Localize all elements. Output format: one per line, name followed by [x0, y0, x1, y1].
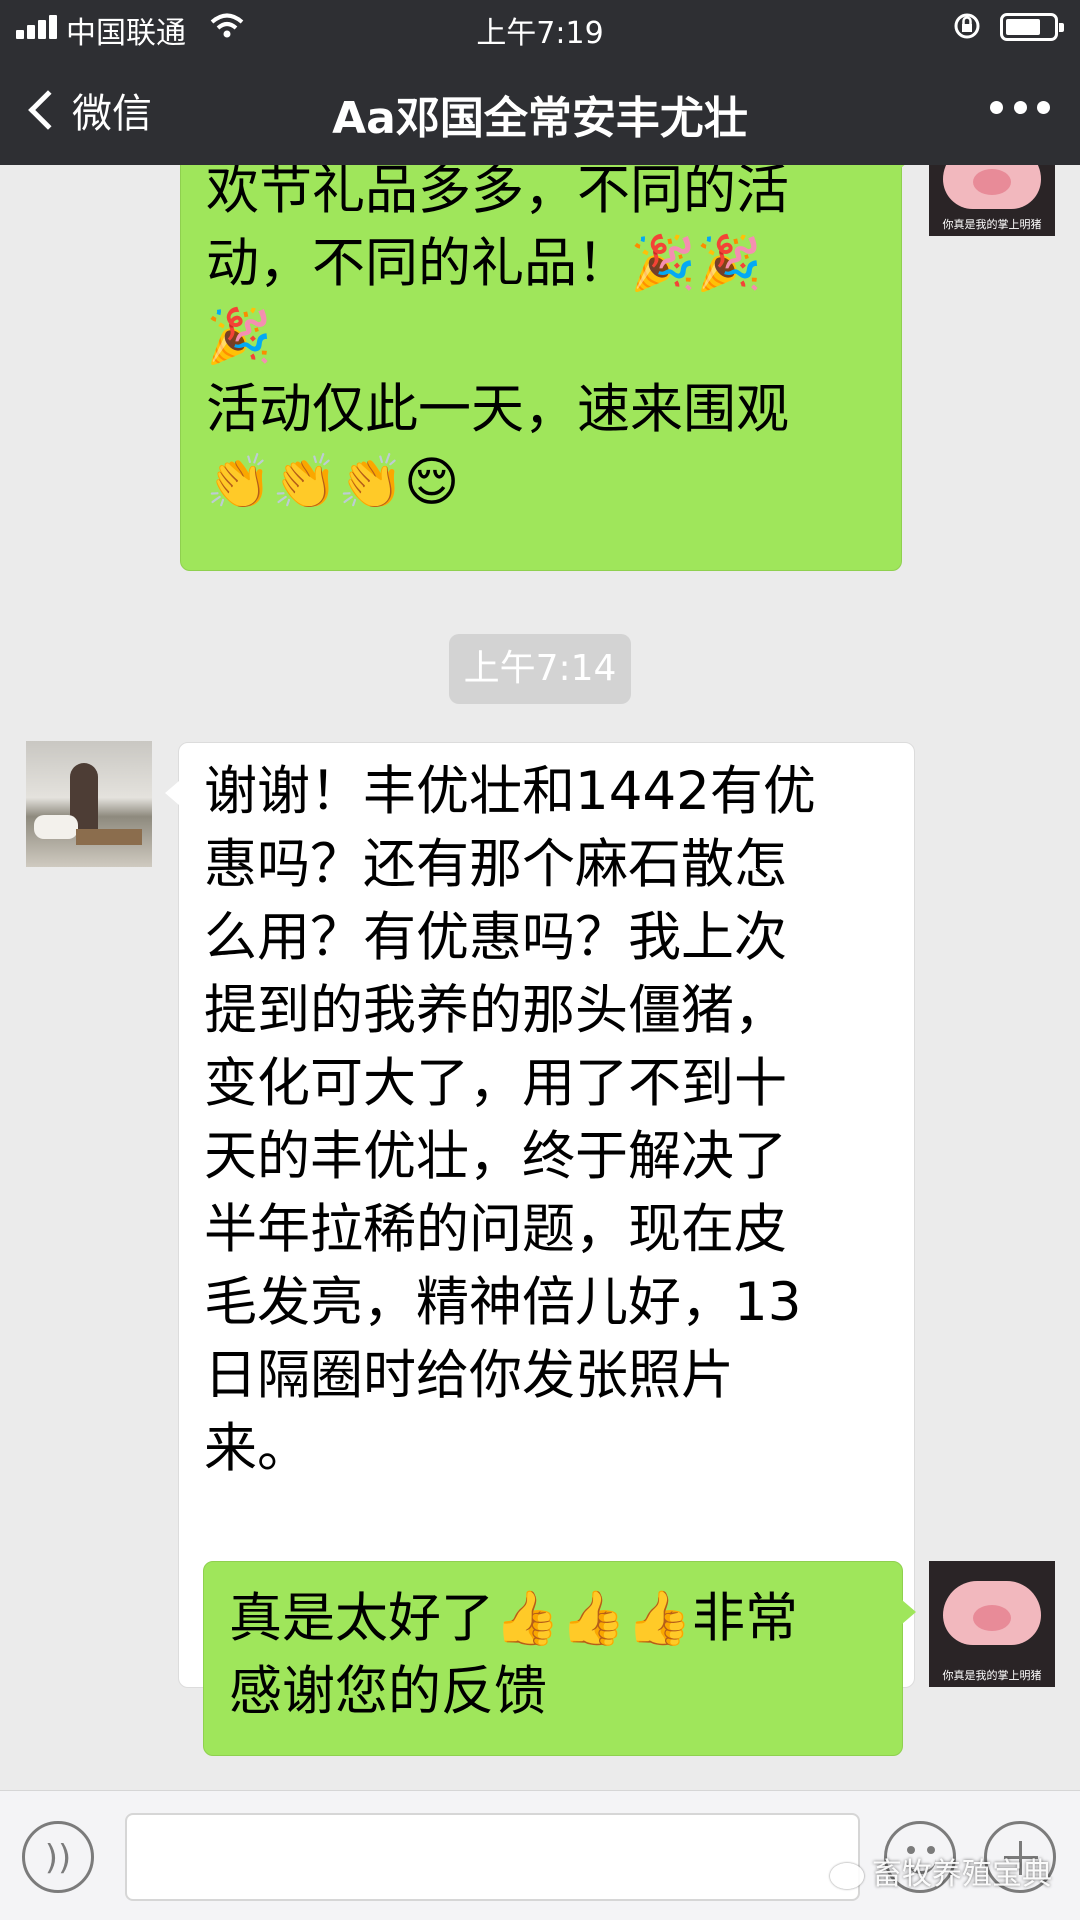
battery-icon [1000, 13, 1064, 41]
message-timestamp: 上午7:14 [449, 634, 631, 704]
message-line: 欢节礼品多多，不同的活 [206, 165, 789, 221]
input-bar: )) 畜牧养殖宝典 [0, 1790, 1080, 1920]
contact-avatar[interactable] [26, 741, 152, 867]
more-button[interactable] [990, 101, 1050, 117]
message-line: 日隔圈时给你发张照片 [204, 1345, 734, 1406]
message-line: 🎉 [206, 306, 272, 367]
chat-title: Aa邓国全常安丰尤壮 [332, 93, 748, 144]
nav-bar: 微信 Aa邓国全常安丰尤壮 [0, 56, 1080, 165]
status-bar: 中国联通 上午7:19 [0, 0, 1080, 56]
message-line: 真是太好了👍👍👍非常 [229, 1588, 798, 1649]
message-line: 👏👏👏😌 [206, 452, 460, 513]
message-line: 提到的我养的那头僵猪， [204, 980, 787, 1041]
chat-area[interactable]: 你真是我的掌上明猪 欢节礼品多多，不同的活 动，不同的礼品！🎉🎉 🎉 活动仅此一… [0, 165, 1080, 1790]
my-avatar[interactable]: 你真是我的掌上明猪 [929, 1561, 1055, 1687]
message-line: 变化可大了，用了不到十 [204, 1053, 787, 1114]
message-line: 惠吗？还有那个麻石散怎 [204, 834, 787, 895]
voice-button[interactable]: )) [22, 1821, 94, 1893]
status-time: 上午7:19 [476, 16, 604, 51]
message-bubble-incoming[interactable]: 谢谢！丰优壮和1442有优 惠吗？还有那个麻石散怎 么用？有优惠吗？我上次 提到… [165, 742, 915, 1688]
message-line: 天的丰优壮，终于解决了 [204, 1126, 787, 1187]
message-line: 来。 [204, 1418, 310, 1479]
message-line: 谢谢！丰优壮和1442有优 [204, 761, 816, 822]
message-input[interactable] [125, 1813, 860, 1901]
orientation-lock-icon [954, 13, 980, 39]
more-icon [990, 101, 1003, 114]
message-line: 动，不同的礼品！🎉🎉 [206, 233, 762, 294]
wechat-logo-icon [830, 1862, 864, 1889]
message-bubble-outgoing[interactable]: 欢节礼品多多，不同的活 动，不同的礼品！🎉🎉 🎉 活动仅此一天，速来围观 👏👏👏… [180, 165, 915, 571]
message-line: 半年拉稀的问题，现在皮 [204, 1199, 787, 1260]
watermark: 畜牧养殖宝典 [830, 1849, 1052, 1893]
voice-icon: )) [44, 1838, 72, 1878]
message-line: 感谢您的反馈 [229, 1661, 547, 1722]
message-bubble-outgoing[interactable]: 真是太好了👍👍👍非常 感谢您的反馈 [203, 1561, 916, 1756]
message-line: 么用？有优惠吗？我上次 [204, 907, 787, 968]
my-avatar[interactable]: 你真是我的掌上明猪 [929, 165, 1055, 236]
message-line: 毛发亮，精神倍儿好，13 [204, 1272, 802, 1333]
message-line: 活动仅此一天，速来围观 [206, 379, 789, 440]
header: 中国联通 上午7:19 微信 Aa邓国全常安丰尤壮 [0, 0, 1080, 165]
